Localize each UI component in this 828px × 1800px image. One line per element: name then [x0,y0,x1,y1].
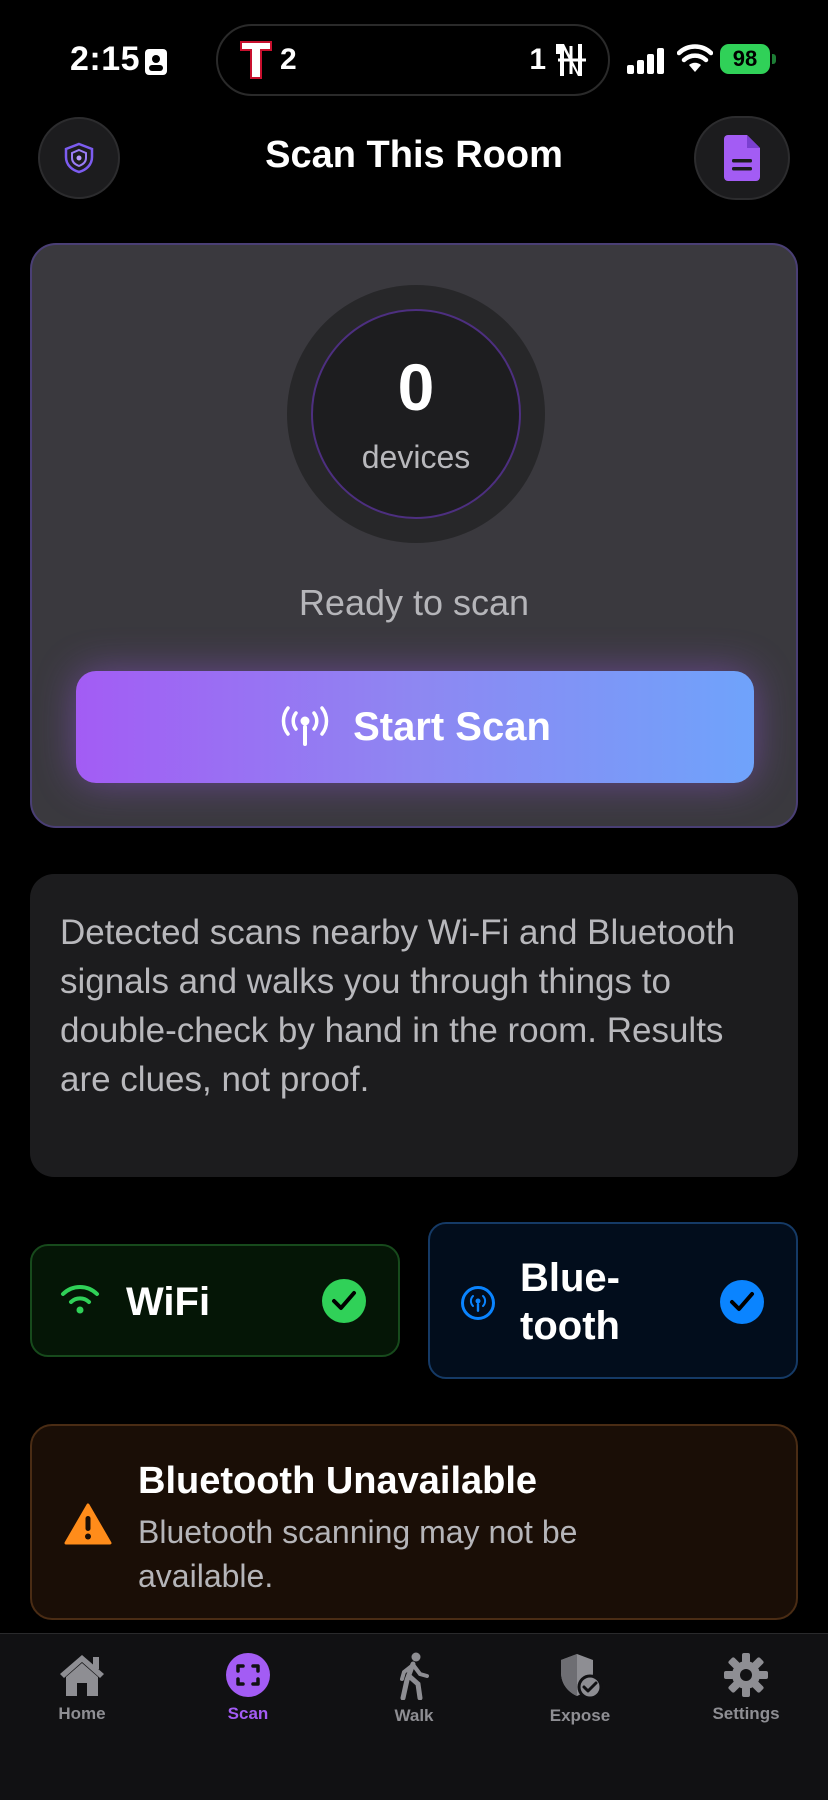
tab-home[interactable]: Home [12,1652,152,1724]
tab-walk-label: Walk [394,1706,434,1725]
report-button[interactable] [694,116,790,200]
battery-indicator: 98 [720,44,776,74]
id-card-icon [145,49,167,75]
status-time: 2:15 [70,40,141,78]
rangers-logo-icon [240,41,272,79]
status-bar: 2:15 2 1 98 [0,0,828,120]
cellular-signal-icon [627,48,664,74]
tab-walk[interactable]: Walk [344,1652,484,1726]
antenna-icon [281,706,329,746]
tab-scan[interactable]: Scan [178,1652,318,1724]
start-scan-button[interactable]: Start Scan [76,671,754,783]
walking-person-icon [400,1652,429,1700]
gear-icon [724,1653,768,1697]
yankees-logo-icon [556,44,586,76]
bluetooth-label-line2: tooth [520,1304,620,1348]
bluetooth-warning-card: Bluetooth Unavailable Bluetooth scanning… [30,1424,798,1620]
tab-expose[interactable]: Expose [510,1652,650,1726]
battery-cap [772,54,776,64]
bluetooth-radar-icon [461,1286,495,1320]
dynamic-island[interactable]: 2 1 [216,24,610,96]
device-gauge: 0 devices [287,285,545,543]
wifi-label: WiFi [126,1280,211,1324]
device-count-label: devices [361,439,471,475]
scan-viewfinder-icon [226,1653,270,1697]
wifi-status-icon [677,44,713,72]
score-right: 1 [529,43,546,76]
shield-check-icon [561,1654,603,1700]
tab-bar: Home Scan Walk Expose Settings [0,1633,828,1800]
bluetooth-label: Blue- tooth [520,1254,620,1350]
info-card: Detected scans nearby Wi-Fi and Bluetoot… [30,874,798,1177]
warning-text: Bluetooth scanning may not be available. [138,1514,578,1594]
wifi-icon [61,1284,99,1314]
document-icon [724,135,760,181]
bluetooth-check-icon [720,1280,764,1324]
home-icon [60,1655,104,1696]
scan-card: 0 devices Ready to scan Start Scan [30,243,798,828]
scan-status: Ready to scan [298,582,530,623]
tab-settings[interactable]: Settings [676,1652,816,1724]
wifi-status-chip[interactable]: WiFi [30,1244,400,1357]
warning-title: Bluetooth Unavailable [138,1460,538,1502]
bluetooth-status-chip[interactable]: Blue- tooth [428,1222,798,1379]
wifi-check-icon [322,1279,366,1323]
warning-triangle-icon [64,1503,112,1545]
start-scan-label: Start Scan [353,704,551,749]
device-gauge-inner: 0 devices [311,309,521,519]
tab-expose-label: Expose [549,1706,611,1725]
battery-level: 98 [720,44,770,74]
tab-settings-label: Settings [712,1704,780,1723]
device-count: 0 [397,350,435,424]
tab-home-label: Home [58,1704,106,1723]
bluetooth-label-line1: Blue- [520,1256,620,1300]
score-left: 2 [280,43,297,76]
tab-scan-label: Scan [227,1704,269,1723]
